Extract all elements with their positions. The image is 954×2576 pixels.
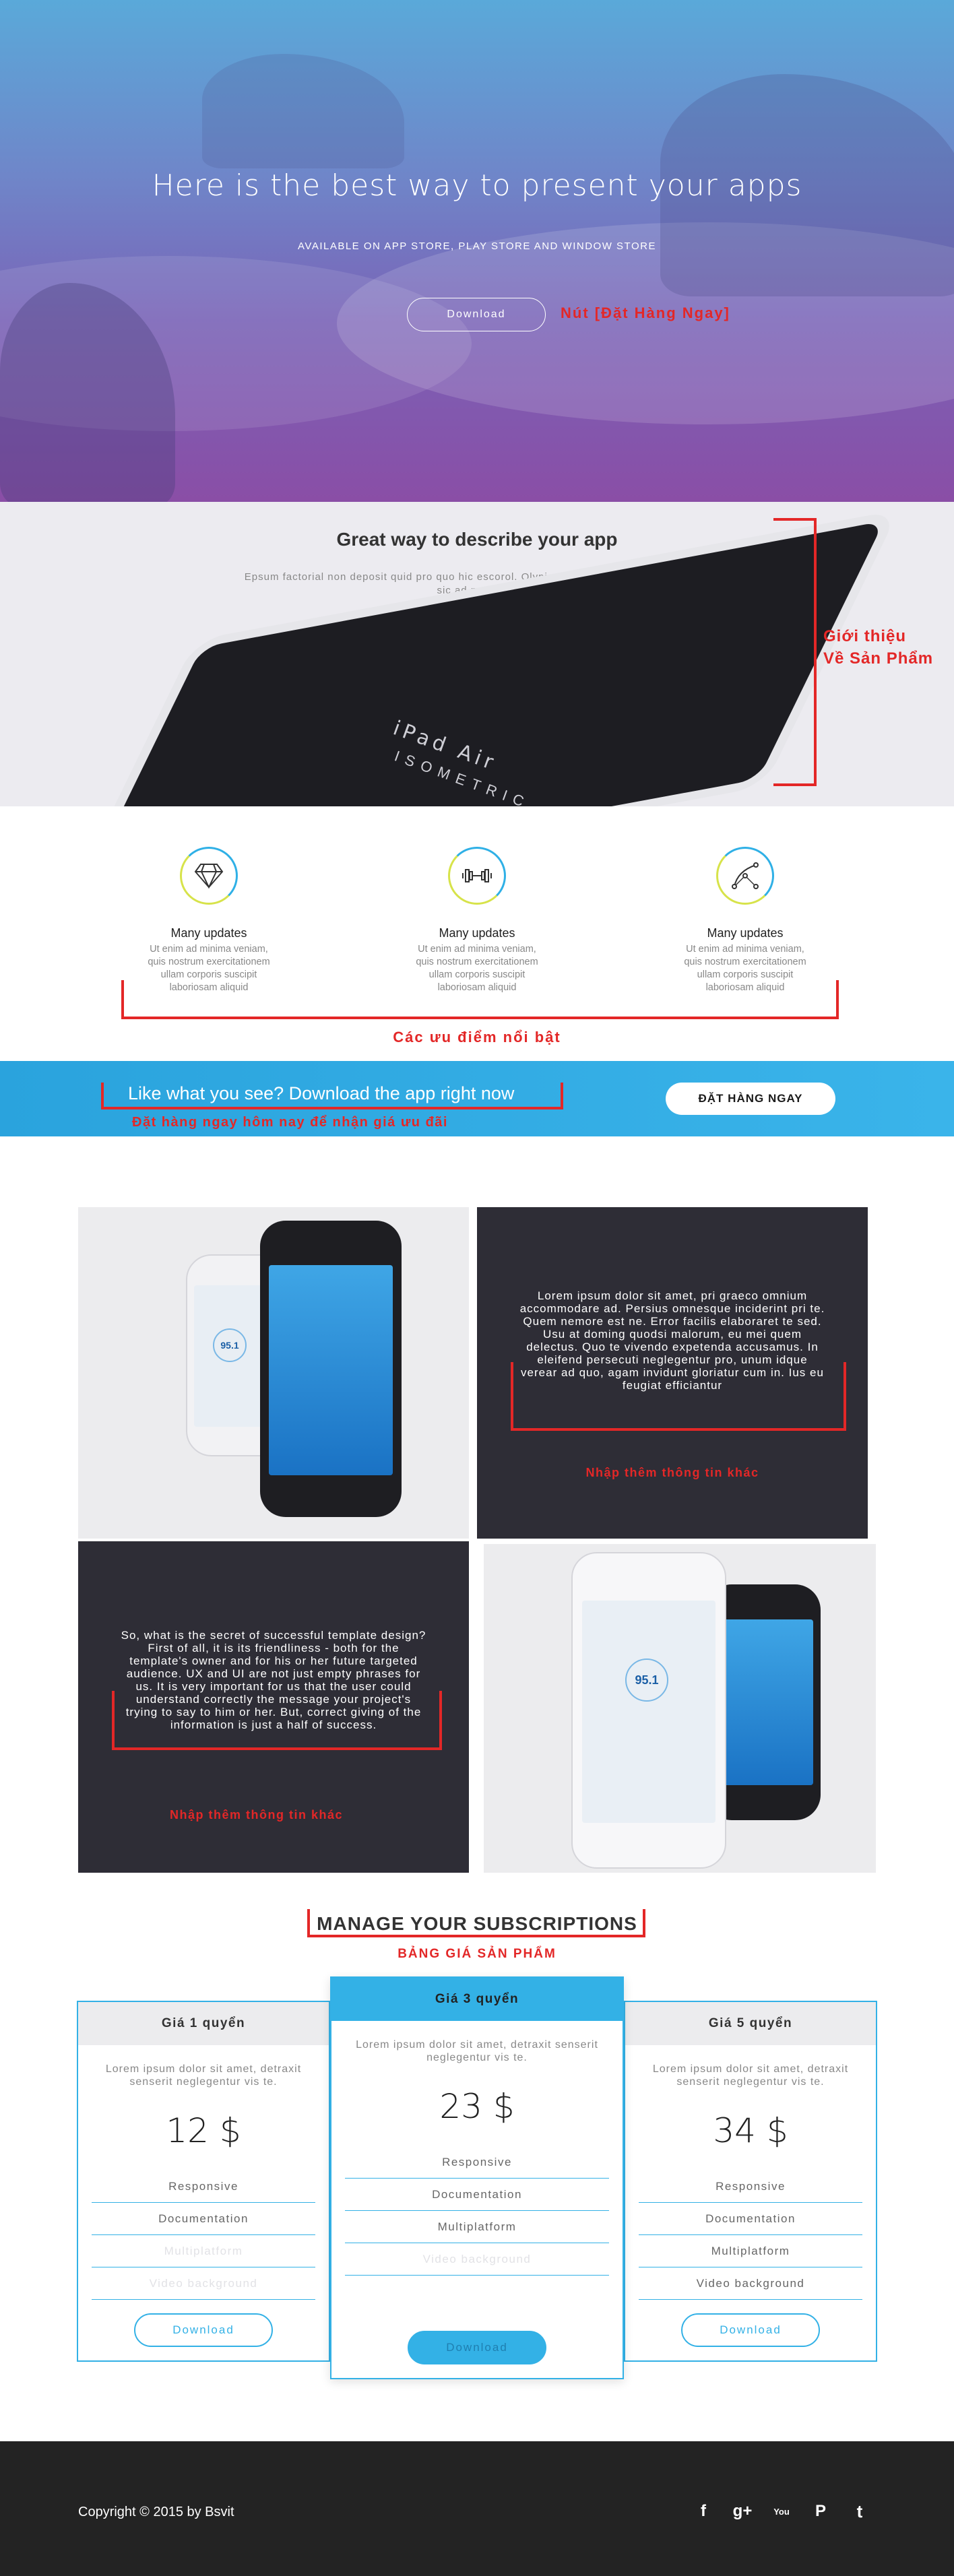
hero-section: Here is the best way to present your app… <box>0 0 954 502</box>
order-now-button[interactable]: ĐẶT HÀNG NGAY <box>666 1083 835 1115</box>
plan-price: 23 $ <box>439 2087 515 2126</box>
plan-download-button[interactable]: Download <box>408 2331 546 2364</box>
intro-annotation: Giới thiệu Về Sản Phẩm <box>823 625 933 670</box>
phone-black <box>260 1221 402 1517</box>
plan-feature: Documentation <box>92 2203 315 2235</box>
plan-card: Giá 1 quyển Lorem ipsum dolor sit amet, … <box>77 2001 330 2362</box>
plan-name: Giá 5 quyển <box>625 2002 876 2045</box>
google-plus-icon[interactable]: g+ <box>730 2499 755 2523</box>
hero-download-button[interactable]: Download <box>407 298 546 331</box>
panel2-annotation-bracket <box>112 1691 442 1750</box>
feature-item: Many updates Ut enim ad minima veniam, q… <box>141 847 276 994</box>
features-annotation-bracket <box>121 980 839 1019</box>
plan-card-featured: Giá 3 quyển Lorem ipsum dolor sit amet, … <box>330 1976 624 2379</box>
plan-price: 34 $ <box>713 2111 788 2150</box>
hero-annotation: Nút [Đặt Hàng Ngay] <box>561 304 730 321</box>
youtube-icon[interactable]: You <box>769 2499 794 2523</box>
plan-feature: Responsive <box>345 2146 609 2179</box>
plan-description: Lorem ipsum dolor sit amet, detraxit sen… <box>652 2063 849 2088</box>
intro-annotation-line1: Giới thiệu <box>823 627 907 645</box>
panel1-annotation-bracket <box>511 1362 846 1431</box>
diamond-icon <box>180 847 238 905</box>
feature-item: Many updates Ut enim ad minima veniam, q… <box>410 847 544 994</box>
plan-feature: Video background <box>92 2267 315 2300</box>
plan-name: Giá 1 quyển <box>78 2002 329 2045</box>
feature-title: Many updates <box>439 926 515 940</box>
panel2-annotation: Nhập thêm thông tin khác <box>170 1808 344 1822</box>
plan-feature: Multiplatform <box>345 2211 609 2243</box>
hero-title: Here is the best way to present your app… <box>152 168 802 203</box>
plan-download-button[interactable]: Download <box>134 2313 273 2347</box>
intro-annotation-line2: Về Sản Phẩm <box>823 649 934 668</box>
phone-white <box>571 1552 726 1869</box>
phones-photo: 95.1 <box>78 1207 469 1539</box>
facebook-icon[interactable]: f <box>691 2499 716 2523</box>
pinterest-icon[interactable]: P <box>808 2499 833 2523</box>
pricing-title: MANAGE YOUR SUBSCRIPTIONS <box>317 1913 637 1934</box>
panel1-annotation: Nhập thêm thông tin khác <box>585 1466 759 1479</box>
copyright-text: Copyright © 2015 by Bsvit <box>78 2505 234 2519</box>
plan-feature: Multiplatform <box>639 2235 862 2267</box>
plan-feature: Video background <box>639 2267 862 2300</box>
hero-subtitle: AVAILABLE ON APP STORE, PLAY STORE AND W… <box>298 240 656 252</box>
phone-dial-value: 95.1 <box>625 1659 668 1702</box>
plan-features: Responsive Documentation Multiplatform V… <box>639 2170 862 2300</box>
bezier-curve-icon <box>716 847 774 905</box>
plan-feature: Responsive <box>92 2170 315 2203</box>
plan-description: Lorem ipsum dolor sit amet, detraxit sen… <box>356 2039 598 2063</box>
feature-item: Many updates Ut enim ad minima veniam, q… <box>678 847 813 994</box>
plan-name: Giá 3 quyển <box>331 1978 623 2021</box>
cta-section: Like what you see? Download the app righ… <box>0 1061 954 1136</box>
plan-feature: Video background <box>345 2243 609 2276</box>
pricing-annotation: BẢNG GIÁ SẢN PHẨM <box>398 1947 556 1961</box>
plan-feature: Responsive <box>639 2170 862 2203</box>
plan-card: Giá 5 quyển Lorem ipsum dolor sit amet, … <box>624 2001 877 2362</box>
feature-title: Many updates <box>170 926 247 940</box>
plan-feature: Documentation <box>639 2203 862 2235</box>
phones-photo-2: 95.1 <box>484 1544 876 1873</box>
cta-annotation: Đặt hàng ngay hôm nay để nhận giá ưu đãi <box>132 1115 448 1130</box>
intro-section: Great way to describe your app Epsum fac… <box>0 502 954 806</box>
footer: Copyright © 2015 by Bsvit f g+ You P t <box>0 2441 954 2576</box>
cta-title: Like what you see? Download the app righ… <box>128 1083 515 1103</box>
features-annotation: Các ưu điểm nổi bật <box>393 1029 561 1045</box>
plan-description: Lorem ipsum dolor sit amet, detraxit sen… <box>105 2063 302 2088</box>
info-panel-1: Lorem ipsum dolor sit amet, pri graeco o… <box>477 1207 868 1539</box>
plan-price: 12 $ <box>166 2111 241 2150</box>
feature-title: Many updates <box>707 926 784 940</box>
dumbbell-icon <box>448 847 506 905</box>
plan-features: Responsive Documentation Multiplatform V… <box>345 2146 609 2276</box>
twitter-icon[interactable]: t <box>848 2499 872 2523</box>
phone-dial-value: 95.1 <box>213 1328 247 1362</box>
hero-rock <box>202 54 404 168</box>
info-panel-2: So, what is the secret of successful tem… <box>78 1541 469 1873</box>
intro-annotation-bracket <box>773 518 817 786</box>
plan-feature: Documentation <box>345 2179 609 2211</box>
plan-download-button[interactable]: Download <box>681 2313 820 2347</box>
plan-feature: Multiplatform <box>92 2235 315 2267</box>
plan-features: Responsive Documentation Multiplatform V… <box>92 2170 315 2300</box>
features-section: Many updates Ut enim ad minima veniam, q… <box>0 806 954 1061</box>
